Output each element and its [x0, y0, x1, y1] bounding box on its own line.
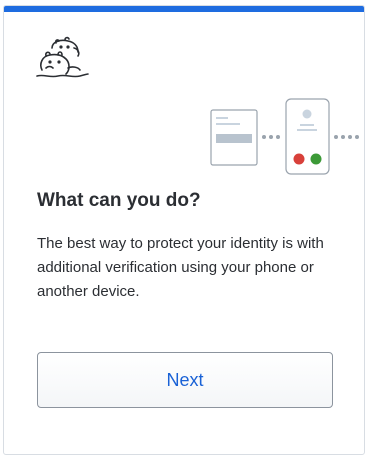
hippo-logo-icon [36, 36, 89, 78]
description-text: The best way to protect your identity is… [37, 235, 324, 300]
device-verification-icon [210, 98, 359, 175]
accent-bar [4, 6, 364, 12]
page-title: What can you do? [37, 190, 201, 211]
next-button[interactable]: Next [37, 352, 333, 408]
verification-card: What can you do? The best way to protect… [3, 5, 365, 455]
